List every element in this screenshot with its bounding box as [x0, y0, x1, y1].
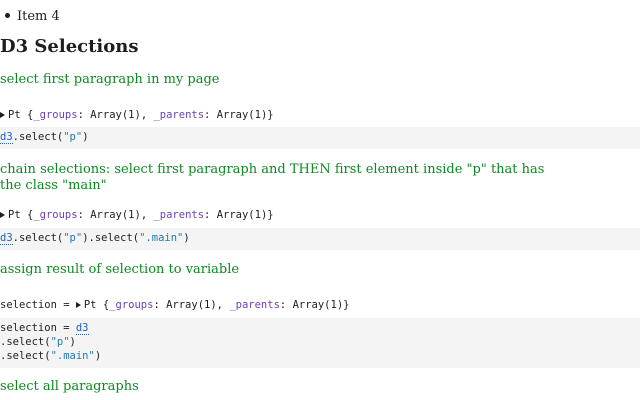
object-value: Array(1): [216, 109, 268, 121]
variable-link[interactable]: d3: [0, 232, 13, 245]
code-token: .select(: [0, 350, 51, 362]
page-title: D3 Selections: [0, 36, 139, 57]
comment-text: select all paragraphs: [0, 379, 139, 394]
string-token: "p": [50, 336, 70, 348]
bullet-icon: [5, 13, 10, 18]
string-token: "p": [63, 232, 83, 244]
object-key: _parents: [229, 299, 280, 311]
comment-text: select first paragraph in my page: [0, 72, 220, 87]
code-token: ).select(: [82, 232, 140, 244]
expand-triangle-icon[interactable]: [0, 112, 5, 118]
expand-triangle-icon[interactable]: [0, 212, 5, 218]
object-key: _groups: [33, 209, 78, 221]
object-key: _parents: [153, 209, 205, 221]
list-item: Item 4: [0, 9, 60, 24]
output-inspector[interactable]: selection = Pt {_groups: Array(1), _pare…: [0, 299, 349, 311]
string-token: ".main": [139, 232, 184, 244]
code-line: d3.select("p").select(".main"): [0, 232, 190, 245]
code-token: ): [183, 232, 190, 244]
object-value: Array(1): [90, 109, 141, 121]
object-value: Array(1): [90, 209, 141, 221]
object-key: _groups: [109, 299, 154, 311]
comment-text: chain selections: select first paragraph…: [0, 162, 545, 177]
object-value: Array(1): [216, 209, 268, 221]
object-value: Array(1): [166, 299, 217, 311]
code-token: ): [82, 131, 89, 143]
variable-link[interactable]: d3: [75, 322, 89, 335]
variable-link[interactable]: d3: [0, 131, 13, 144]
object-value: Array(1): [292, 299, 344, 311]
list-item-label: Item 4: [17, 9, 60, 24]
code-line: .select("p"): [0, 336, 76, 348]
output-inspector[interactable]: Pt {_groups: Array(1), _parents: Array(1…: [0, 109, 274, 121]
output-inspector[interactable]: Pt {_groups: Array(1), _parents: Array(1…: [0, 209, 274, 221]
code-token: ): [69, 336, 76, 348]
code-line: .select(".main"): [0, 350, 101, 362]
comment-text: the class "main": [0, 178, 107, 193]
object-key: _groups: [33, 109, 78, 121]
code-line: d3.select("p"): [0, 131, 89, 144]
object-name: Pt: [8, 109, 21, 121]
code-cell[interactable]: [0, 127, 640, 149]
object-name: Pt: [83, 299, 97, 311]
code-token: .select(: [12, 232, 64, 244]
expand-triangle-icon[interactable]: [75, 302, 81, 308]
code-token: ): [94, 350, 102, 362]
object-name: Pt: [8, 209, 21, 221]
assignment-label: selection =: [0, 299, 76, 311]
code-token: .select(: [0, 336, 51, 348]
comment-text: assign result of selection to variable: [0, 262, 240, 277]
code-token: .select(: [12, 131, 64, 143]
code-line: selection = d3: [0, 322, 89, 335]
code-token: selection =: [0, 322, 76, 334]
string-token: ".main": [50, 350, 95, 362]
object-key: _parents: [153, 109, 205, 121]
string-token: "p": [63, 131, 83, 143]
